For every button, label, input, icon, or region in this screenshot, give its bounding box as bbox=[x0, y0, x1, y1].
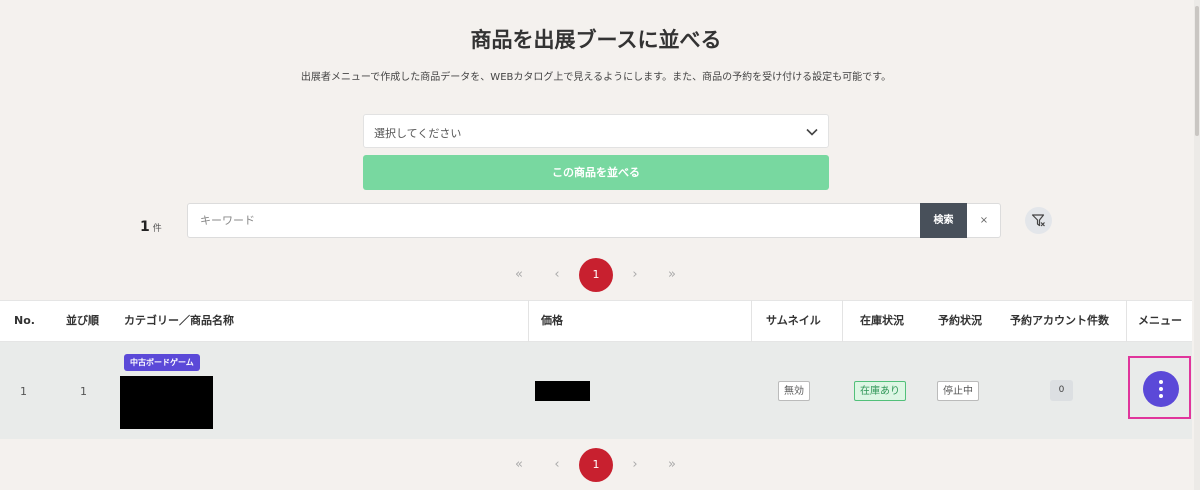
column-no[interactable]: No. bbox=[14, 301, 35, 341]
column-order[interactable]: 並び順 bbox=[66, 301, 99, 341]
page-last-button[interactable]: » bbox=[655, 448, 689, 482]
scrollbar-thumb[interactable] bbox=[1195, 6, 1199, 136]
clear-search-button[interactable]: × bbox=[967, 204, 1001, 237]
page-next-button[interactable]: › bbox=[618, 258, 652, 292]
add-product-button[interactable]: この商品を並べる bbox=[363, 155, 829, 190]
search-button[interactable]: 検索 bbox=[920, 203, 967, 238]
result-count-value: 1 bbox=[140, 219, 150, 235]
reservation-status-badge[interactable]: 停止中 bbox=[937, 381, 979, 401]
result-count-unit: 件 bbox=[152, 224, 162, 234]
column-category-name[interactable]: カテゴリー／商品名称 bbox=[124, 301, 234, 341]
filter-clear-button[interactable] bbox=[1025, 207, 1052, 234]
price-redacted bbox=[535, 381, 590, 401]
page-title: 商品を出展ブースに並べる bbox=[470, 28, 722, 52]
page-first-button[interactable]: « bbox=[502, 448, 536, 482]
vertical-dots-icon bbox=[1159, 380, 1163, 398]
stock-status-badge[interactable]: 在庫あり bbox=[854, 381, 906, 401]
column-menu: メニュー bbox=[1138, 314, 1182, 327]
result-count: 1件 bbox=[140, 219, 162, 235]
column-reservation-count[interactable]: 予約アカウント件数 bbox=[1010, 301, 1109, 341]
thumbnail-status-badge[interactable]: 無効 bbox=[778, 381, 810, 401]
column-thumbnail[interactable]: サムネイル bbox=[766, 301, 821, 341]
pagination-top: « ‹ 1 › » bbox=[500, 258, 690, 292]
table-row[interactable]: 1 1 中古ボードゲーム 無効 在庫あり 停止中 0 bbox=[0, 342, 1192, 439]
product-select[interactable]: 選択してください bbox=[363, 114, 829, 148]
page-first-button[interactable]: « bbox=[502, 258, 536, 292]
product-select-placeholder: 選択してください bbox=[374, 127, 462, 140]
keyword-input[interactable] bbox=[188, 204, 920, 237]
row-no: 1 bbox=[20, 385, 27, 398]
table-header: No. 並び順 カテゴリー／商品名称 価格 サムネイル 在庫状況 予約状況 予約… bbox=[0, 300, 1192, 342]
page-current-button[interactable]: 1 bbox=[579, 258, 613, 292]
column-stock[interactable]: 在庫状況 bbox=[860, 301, 904, 341]
product-name-redacted bbox=[120, 376, 213, 429]
search-bar: 検索 × bbox=[187, 203, 1001, 238]
column-price[interactable]: 価格 bbox=[541, 301, 563, 341]
chevron-down-icon bbox=[806, 128, 818, 136]
page-current-button[interactable]: 1 bbox=[579, 448, 613, 482]
filter-clear-icon bbox=[1031, 214, 1045, 227]
reservation-count-badge: 0 bbox=[1050, 380, 1073, 401]
page-prev-button[interactable]: ‹ bbox=[540, 258, 574, 292]
row-order: 1 bbox=[80, 385, 87, 398]
pagination-bottom: « ‹ 1 › » bbox=[500, 448, 690, 482]
page-next-button[interactable]: › bbox=[618, 448, 652, 482]
category-badge: 中古ボードゲーム bbox=[124, 354, 200, 371]
page-prev-button[interactable]: ‹ bbox=[540, 448, 574, 482]
row-menu-button[interactable] bbox=[1143, 371, 1179, 407]
page-description: 出展者メニューで作成した商品データを、WEBカタログ上で見えるようにします。また… bbox=[300, 72, 892, 83]
column-reservation[interactable]: 予約状況 bbox=[938, 301, 982, 341]
page-last-button[interactable]: » bbox=[655, 258, 689, 292]
page-scrollbar[interactable] bbox=[1194, 0, 1200, 490]
